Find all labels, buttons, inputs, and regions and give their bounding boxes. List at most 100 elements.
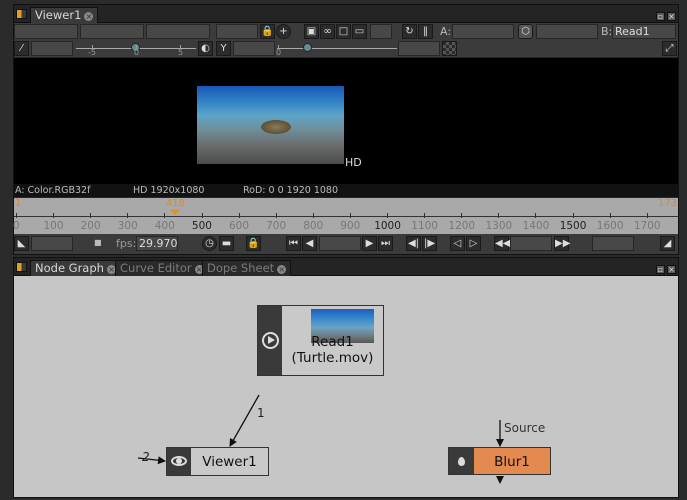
float-icon[interactable]: ▫ [656,265,665,274]
timeline-tick [164,213,166,218]
safe-area-icon[interactable]: □ [336,24,351,39]
layer-dropdown[interactable] [14,24,78,39]
lock-range-icon[interactable]: 🔒 [246,236,261,251]
in-point-field[interactable] [31,236,73,251]
timeline-tick [387,213,388,218]
timeline-tick [646,213,648,218]
timeline-tick [349,213,351,218]
pane-menu-icon[interactable] [16,262,27,272]
blur-node-icon-band [449,448,474,474]
edge-label-input2: 2 [142,450,150,464]
first-frame-icon[interactable]: ⏮ [286,236,301,251]
tab-viewer1-label: Viewer1 [35,8,82,22]
timeline-tick [609,213,611,218]
viewer-tabbar: Viewer1 × ▫ × [14,5,678,23]
timeline-tick [498,213,500,218]
tab-viewer1[interactable]: Viewer1 × [30,7,99,23]
pause-icon[interactable]: ‖ [418,24,433,39]
blur-node-label: Blur1 [494,454,530,470]
proxy-icon[interactable]: ∞ [320,24,335,39]
timeline-tick-label: 0 [12,220,20,232]
checker-field[interactable] [398,41,440,56]
play-icon [262,332,279,349]
color-picker-icon[interactable]: ⤢ [662,41,677,56]
timeline-tick-label: 1500 [559,220,587,232]
blur-node[interactable]: Blur1 [448,447,551,475]
eye-icon [171,456,187,466]
input-a-label: A: [440,25,452,38]
checkerboard-icon[interactable] [442,41,457,56]
overlay-icon[interactable]: ▭ [352,24,367,39]
current-frame-field[interactable] [319,236,361,251]
gain-field[interactable] [31,41,73,56]
close-pane-icon[interactable]: × [667,265,676,274]
timeline-tick-label: 100 [43,220,64,232]
input-b-dropdown[interactable]: Read1 [612,24,676,39]
in-point-icon[interactable]: ◣ [14,236,29,251]
timeline-tick-label: 1200 [448,220,476,232]
prev-key-icon[interactable]: ◁ [450,236,465,251]
fps-field[interactable]: 29.970 [136,236,178,251]
read-node-file: (Turtle.mov) [291,350,374,366]
next-key-icon[interactable]: ▷ [466,236,481,251]
timeline-tick [127,213,129,218]
turbo-icon[interactable]: ◷ [202,236,217,251]
tab-node-graph[interactable]: Node Graph × [30,260,121,276]
edge-read-to-viewer[interactable] [229,394,260,447]
out-point-field[interactable] [592,236,634,251]
skip-back-icon[interactable]: ◀◀ [494,236,510,251]
close-icon[interactable]: × [277,265,287,274]
viewer-viewport[interactable]: HD [14,58,678,184]
viewer-node-icon-band [167,448,191,475]
auto-contrast-icon[interactable]: ◐ [198,41,213,56]
gamma-field[interactable] [233,41,275,56]
timeline-tick [424,213,426,218]
viewer-node-label: Viewer1 [202,454,257,470]
close-icon[interactable]: × [84,12,94,21]
composite-icon[interactable]: ⬡ [518,24,533,39]
zoom-dropdown[interactable] [370,24,392,39]
gamma-slider[interactable] [277,48,397,49]
timeline[interactable]: 1 173 418 0 100 200 300 400 500 600 700 800 900 10… [12,198,678,234]
render-icon[interactable]: ▬ [219,236,234,251]
increment-field[interactable] [510,236,552,251]
last-frame-icon[interactable]: ⏭ [378,236,393,251]
next-frame-icon[interactable]: |▶ [422,236,437,251]
clip-warning-icon[interactable]: ⁄ [14,41,29,56]
lock-icon[interactable]: 🔒 [260,24,275,39]
channel-dropdown[interactable] [80,24,144,39]
tab-dope-sheet-label: Dope Sheet [207,261,275,275]
tab-dope-sheet[interactable]: Dope Sheet × [202,260,292,276]
stop-icon[interactable]: ■ [94,238,102,247]
timeline-tick [572,213,574,218]
gamma-toggle[interactable]: Y [216,41,231,56]
play-forward-icon[interactable]: ▶ [362,236,377,251]
alpha-dropdown[interactable] [216,24,258,39]
zoom-plus-icon[interactable]: + [276,24,291,39]
node-graph-canvas[interactable]: 1 2 Source Read1 (Turtle.mov) Viewer1 Bl… [14,276,678,497]
input-a-dropdown[interactable] [452,24,514,39]
play-backward-icon[interactable]: ◀ [302,236,317,251]
viewer-node[interactable]: Viewer1 [166,447,269,476]
roi-icon[interactable]: ▣ [304,24,319,39]
tab-curve-editor[interactable]: Curve Editor × [115,260,209,276]
pane-menu-icon[interactable] [16,9,27,19]
prev-frame-icon[interactable]: ◀| [406,236,421,251]
graph-tabbar: Node Graph × Curve Editor × Dope Sheet × ▫ × [14,258,678,276]
refresh-icon[interactable]: ↻ [402,24,417,39]
current-frame-label: 418 [166,198,186,209]
read-node-icon-band [258,306,282,375]
read-node[interactable]: Read1 (Turtle.mov) [257,305,384,376]
timeline-tick-label: 800 [303,220,324,232]
timeline-tick [201,213,203,218]
composite-dropdown[interactable] [536,24,598,39]
timeline-tick-label: 1000 [374,220,401,232]
float-icon[interactable]: ▫ [656,12,665,21]
gamma-tick-label: 0 [276,48,282,57]
gamma-slider-knob[interactable] [303,43,312,52]
skip-forward-icon[interactable]: ▶▶ [554,236,570,251]
playhead[interactable] [170,209,180,215]
close-pane-icon[interactable]: × [667,12,676,21]
display-channel-dropdown[interactable] [146,24,210,39]
out-point-icon[interactable]: ◢ [660,236,675,251]
